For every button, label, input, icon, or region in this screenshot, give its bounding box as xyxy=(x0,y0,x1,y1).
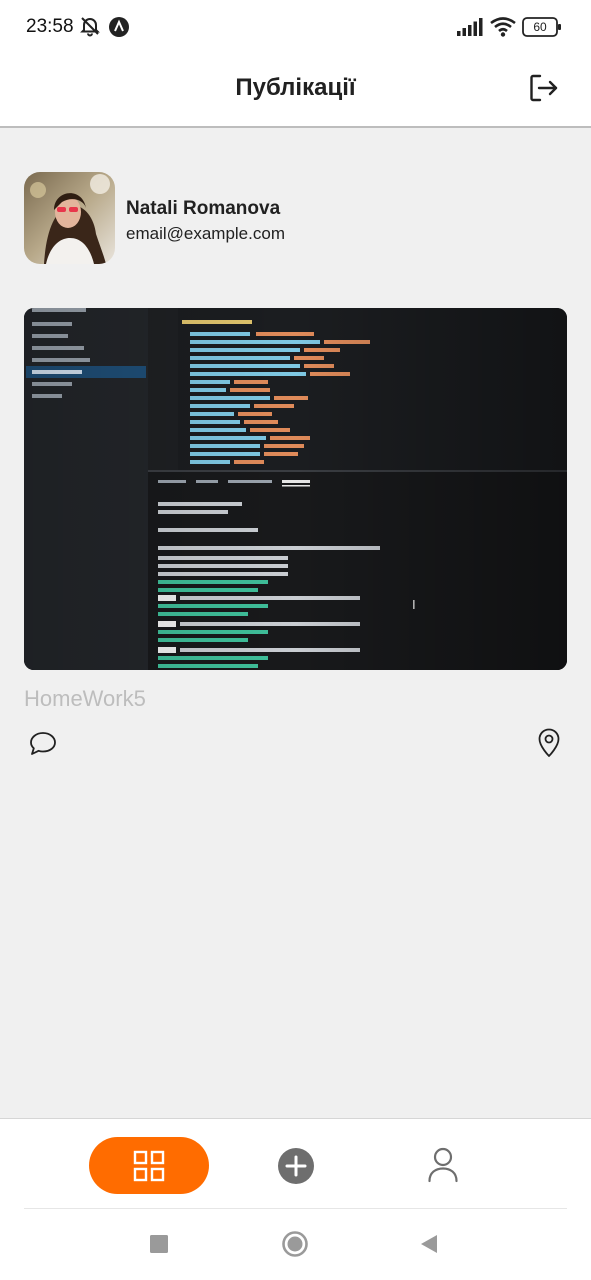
plus-circle-icon xyxy=(278,1148,314,1184)
home-button[interactable] xyxy=(282,1231,308,1262)
comments-button[interactable] xyxy=(29,731,57,757)
status-time: 23:58 xyxy=(26,16,74,37)
battery-level: 60 xyxy=(533,20,547,34)
tab-create-post[interactable] xyxy=(277,1147,315,1185)
app-notification-icon xyxy=(108,16,130,43)
profile-email: email@example.com xyxy=(126,224,285,243)
back-button[interactable] xyxy=(420,1234,438,1259)
page-title: Публікації xyxy=(235,74,356,101)
back-triangle-icon xyxy=(421,1235,437,1253)
recents-button[interactable] xyxy=(150,1235,168,1258)
home-circle-icon xyxy=(282,1231,308,1257)
signal-icon xyxy=(457,18,483,41)
grid-icon xyxy=(133,1150,165,1181)
tab-bar xyxy=(0,1118,591,1208)
battery-icon: 60 xyxy=(522,17,562,42)
profile-name: Natali Romanova xyxy=(126,198,281,219)
tab-profile[interactable] xyxy=(427,1147,459,1183)
user-icon xyxy=(428,1147,458,1183)
message-circle-icon xyxy=(30,732,56,755)
recents-square-icon xyxy=(150,1235,168,1253)
log-out-icon xyxy=(530,74,558,102)
header: Публікації xyxy=(0,56,591,128)
map-pin-icon xyxy=(538,728,560,757)
status-bar: 23:58 60 xyxy=(0,0,591,56)
wifi-icon xyxy=(490,17,516,42)
logout-button[interactable] xyxy=(528,72,560,104)
divider xyxy=(24,1208,567,1209)
tab-posts[interactable] xyxy=(89,1137,209,1194)
post-image[interactable] xyxy=(24,308,567,670)
avatar xyxy=(24,172,115,264)
post-title: HomeWork5 xyxy=(24,686,146,711)
location-button[interactable] xyxy=(537,728,561,758)
muted-bell-icon xyxy=(79,15,101,42)
